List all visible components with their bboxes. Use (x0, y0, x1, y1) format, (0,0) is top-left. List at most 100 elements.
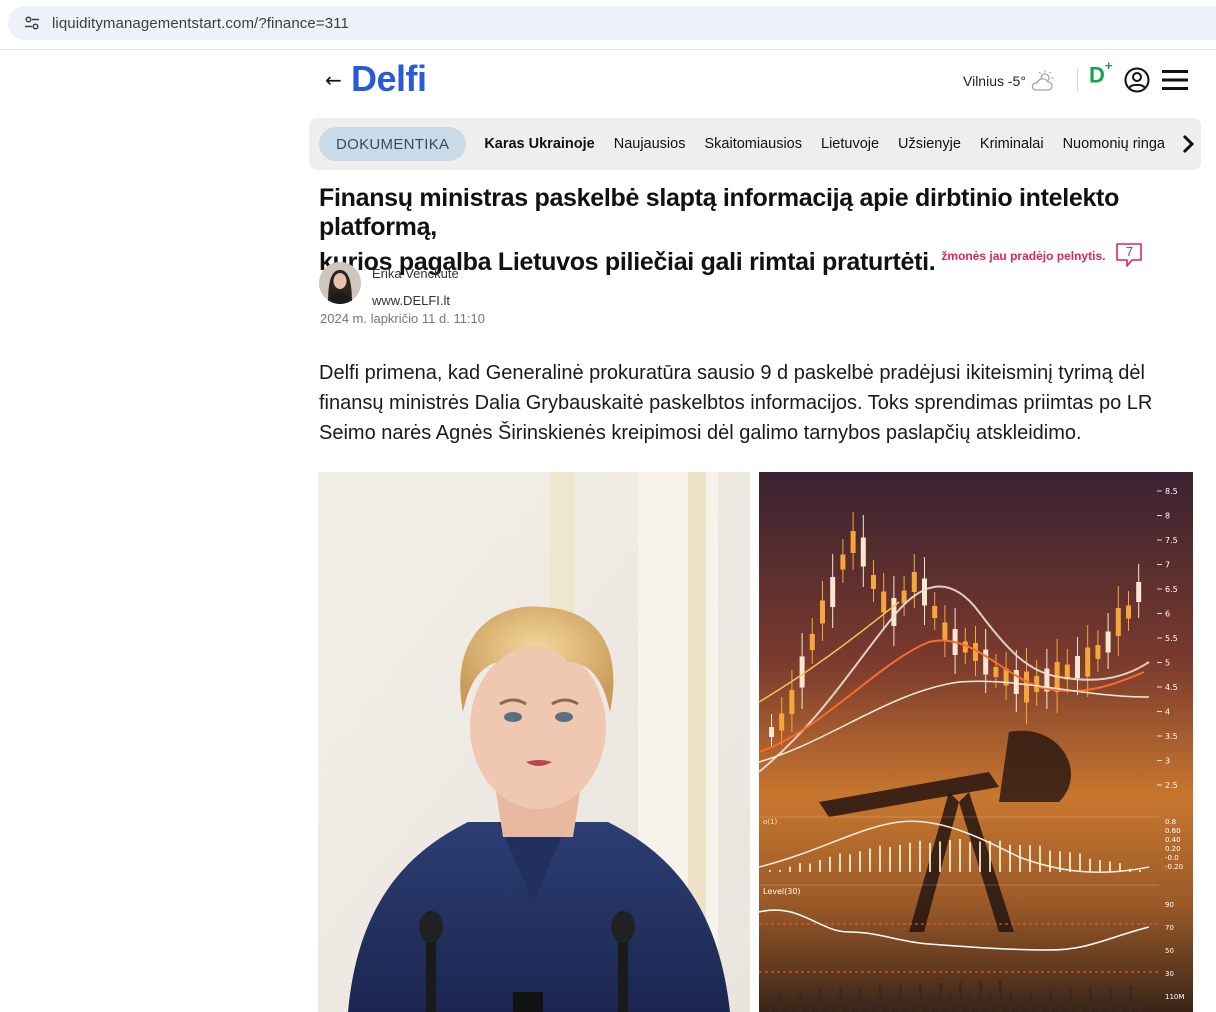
volume-bar (1079, 1001, 1082, 1012)
headline-line-1: Finansų ministras paskelbė slaptą inform… (319, 184, 1120, 241)
volume-bar (949, 995, 952, 1012)
candle-body (840, 554, 846, 570)
volume-bar (1029, 991, 1032, 1012)
axis-label: 2.5 (1165, 781, 1178, 790)
candle-body (1136, 582, 1142, 602)
histogram-bar (919, 840, 921, 872)
nav-item-skaitomiausios[interactable]: Skaitomiausios (704, 136, 802, 152)
chevron-right-icon[interactable] (1181, 134, 1195, 154)
axis-label: 4 (1165, 708, 1170, 717)
candle-body (820, 600, 825, 624)
volume-bar (879, 986, 882, 1012)
article-headline: Finansų ministras paskelbė slaptą inform… (319, 184, 1199, 277)
delfi-plus-letter: D (1089, 62, 1105, 88)
stock-chart-illustration: 8.5 8 7.5 7 6.5 6 5.5 5 4.5 4 3.5 3 2.5 0.80.600.400… (759, 472, 1193, 1012)
volume-bar (1069, 989, 1072, 1012)
volume-bar (969, 994, 972, 1012)
indicator-caption: o(1) (763, 818, 777, 826)
volume-bar (769, 1004, 772, 1012)
volume-bar (1059, 1002, 1062, 1012)
axis-label: 4.5 (1165, 683, 1178, 692)
histogram-bar (999, 840, 1001, 872)
axis-label: 5.5 (1165, 634, 1178, 643)
histogram-bar (1029, 845, 1031, 872)
address-bar[interactable]: liquiditymanagementstart.com/?finance=31… (8, 6, 1216, 40)
nav-item-nuomoniu-ringas[interactable]: Nuomonių ringa (1063, 136, 1165, 152)
nav-item-naujausios[interactable]: Naujausios (614, 136, 686, 152)
volume-bar (1099, 1000, 1102, 1012)
candle-body (911, 572, 917, 592)
histogram-bar (819, 860, 821, 872)
volume-bar (839, 988, 842, 1012)
indicator-label: 0.40 (1165, 836, 1181, 844)
candle-body (850, 531, 856, 553)
volume-bar (789, 1003, 792, 1012)
volume-bar (1089, 988, 1092, 1012)
axis-label: 6.5 (1165, 585, 1178, 594)
histogram-bar (989, 840, 991, 872)
histogram-bar (779, 870, 781, 872)
histogram-bar (979, 841, 981, 872)
volume-bar (869, 999, 872, 1012)
lower-caption: Level(30) (763, 887, 801, 896)
candle-body (871, 575, 876, 589)
nav-pill-dokumentika[interactable]: DOKUMENTIKA (319, 127, 467, 161)
histogram-bar (879, 845, 881, 872)
histogram-bar (1079, 853, 1081, 872)
author-name[interactable]: Erika Venckutė (372, 266, 459, 281)
volume-bar (1119, 999, 1122, 1012)
lower-label: 70 (1165, 924, 1174, 932)
indicator-label: -0.20 (1165, 863, 1183, 871)
volume-bar (989, 993, 992, 1012)
histogram-bar (949, 840, 951, 872)
user-account-icon[interactable] (1123, 66, 1151, 94)
comments-button[interactable]: 7 (1115, 242, 1143, 267)
histogram-bar (769, 870, 771, 872)
candle-body (942, 622, 948, 642)
candle-body (1105, 631, 1111, 653)
nav-item-uzsienyje[interactable]: Užsienyje (898, 136, 961, 152)
candle-body (830, 577, 836, 607)
histogram-bar (1069, 852, 1071, 872)
axis-label: 8.5 (1165, 487, 1178, 496)
delfi-logo[interactable]: Delfi (351, 58, 427, 100)
volume-bar (1139, 998, 1142, 1012)
url-text[interactable]: liquiditymanagementstart.com/?finance=31… (52, 15, 349, 32)
axis-label: 7.5 (1165, 536, 1178, 545)
volume-bar (919, 984, 922, 1012)
axis-label: 6 (1165, 610, 1170, 619)
volume-bar (1129, 986, 1132, 1012)
volume-bar (779, 991, 782, 1012)
histogram-bar (1099, 860, 1101, 872)
comment-count: 7 (1125, 244, 1134, 259)
volume-bar (1009, 992, 1012, 1012)
partly-cloudy-icon (1031, 70, 1054, 91)
candle-body (922, 578, 927, 606)
site-settings-icon[interactable] (24, 15, 40, 31)
histogram-bar (929, 842, 931, 872)
indicator-label: 0.8 (1165, 818, 1176, 826)
candle-body (779, 713, 785, 731)
article-source[interactable]: www.DELFI.lt (372, 293, 450, 308)
volume-bar (809, 1002, 812, 1012)
nav-item-lietuvoje[interactable]: Lietuvoje (821, 136, 879, 152)
histogram-bar (909, 842, 911, 872)
delfi-plus-button[interactable]: D+ (1089, 58, 1112, 88)
axis-label: 3 (1165, 757, 1170, 766)
histogram-bar (969, 842, 971, 872)
lower-label: 90 (1165, 901, 1174, 909)
back-arrow-icon[interactable]: ← (325, 70, 342, 90)
nav-item-karas-ukrainoje[interactable]: Karas Ukrainoje (484, 136, 594, 152)
volume-bar (1019, 1004, 1022, 1012)
hamburger-menu-icon[interactable] (1161, 68, 1189, 92)
candle-body (1024, 671, 1029, 703)
candle-body (809, 634, 815, 650)
volume-bar (1109, 987, 1112, 1012)
histogram-bar (1049, 850, 1051, 872)
volume-bar (899, 985, 902, 1012)
nav-items: Karas Ukrainoje Naujausios Skaitomiausio… (484, 136, 1184, 152)
author-avatar[interactable] (319, 262, 361, 304)
candle-body (932, 606, 938, 618)
nav-item-kriminalai[interactable]: Kriminalai (980, 136, 1044, 152)
weather-widget[interactable]: Vilnius -5° (963, 70, 1056, 92)
